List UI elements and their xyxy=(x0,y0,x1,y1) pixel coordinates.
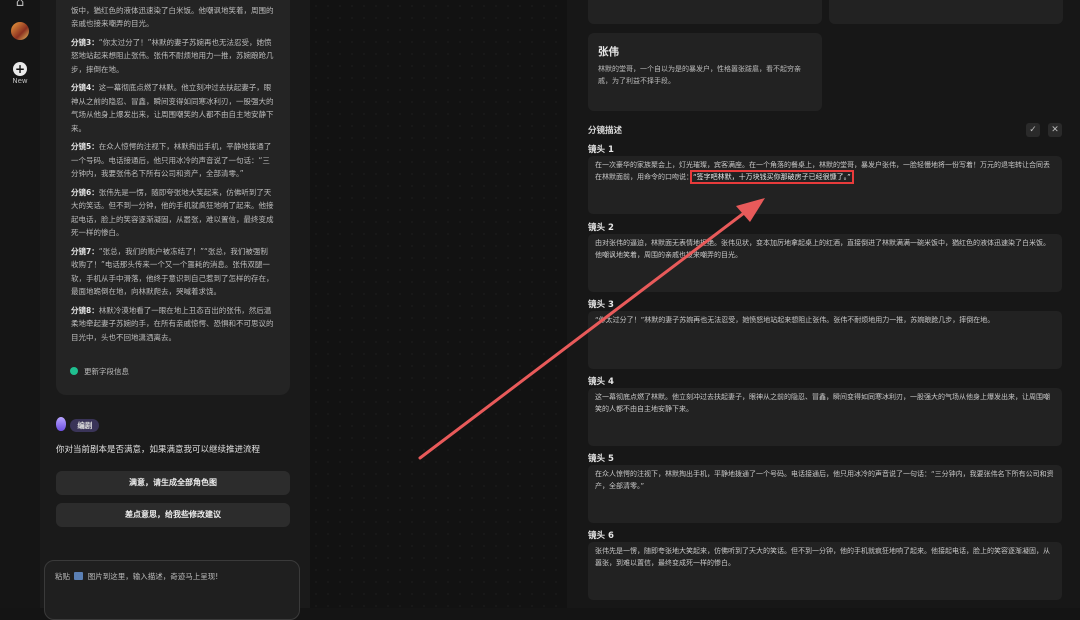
shot-description[interactable]: “你太过分了！”林默的妻子苏婉再也无法忍受，她愤怒地站起来想阻止张伟。张伟不耐烦… xyxy=(588,311,1062,369)
suggest-button[interactable]: 差点意思，给我些修改建议 xyxy=(56,503,290,527)
shot-description[interactable]: 这一幕彻底点燃了林默。他立刻冲过去扶起妻子，眼神从之前的隐忍、冒鑫，瞬间变得如同… xyxy=(588,388,1062,446)
scene-text: “张总，我们的账户被冻结了！”“张总，我们被强制收购了！”电话那头传来一个又一个… xyxy=(71,246,274,297)
shot-description[interactable]: 在一次豪华的家族聚会上，灯光璀璨，宾客满座。在一个角落的餐桌上，林默的堂哥，暴发… xyxy=(588,156,1062,214)
close-icon[interactable]: ✕ xyxy=(1048,123,1062,137)
scene-item: 分镜3：“你太过分了！”林默的妻子苏婉再也无法忍受，她愤怒地站起来想阻止张伟。张… xyxy=(56,36,290,77)
chat-panel: 状，变本加厉地拿起桌上的红酒，直接倒进了林默满满一碗米饭中，猶红色的液体迅速染了… xyxy=(40,0,310,620)
character-name: 张伟 xyxy=(598,46,619,58)
shot-label: 镜头 2 xyxy=(588,223,614,233)
update-fields-link[interactable]: 更新字段信息 xyxy=(70,366,129,377)
home-icon[interactable]: ⌂ xyxy=(11,0,29,12)
shot-text: “你太过分了！”林默的妻子苏婉再也无法忍受，她愤怒地站起来想阻止张伟。张伟不耐烦… xyxy=(595,316,995,324)
character-card[interactable] xyxy=(588,0,822,24)
scene-text: 在众人惊愕的注视下，林默掏出手机，平静地拨通了一个号码。电话接通后，他只用冰冷的… xyxy=(71,142,272,178)
canvas-background xyxy=(310,0,567,608)
writer-tag: 编剧 xyxy=(56,417,100,432)
scene-item: 分镜4：这一幕彻底点燃了林默。他立刻冲过去扶起妻子，眼神从之前的隐忍、冒鑫，瞬间… xyxy=(56,81,290,135)
composer-placeholder: 图片到这里，输入描述，奇迹马上呈现! xyxy=(87,572,219,581)
character-desc: 林默的堂哥，一个自以为是的暴发户，性格嚣张跋扈，看不起穷亲戚，为了利益不择手段。 xyxy=(598,65,801,85)
shot-description[interactable]: 在众人惊愕的注视下，林默掏出手机，平静地拨通了一个号码。电话接通后，他只用冰冷的… xyxy=(588,465,1062,523)
shot-label: 镜头 6 xyxy=(588,531,614,541)
check-icon[interactable]: ✓ xyxy=(1026,123,1040,137)
shot-label: 镜头 5 xyxy=(588,454,614,464)
shot-description[interactable]: 由对张伟的逼迫，林默面无表情地拒绝。张伟见状，变本加厉地拿起桌上的红酒，直接倒进… xyxy=(588,234,1062,292)
writer-label: 编剧 xyxy=(70,419,100,432)
detail-panel: 张伟 林默的堂哥，一个自以为是的暴发户，性格嚣张跋扈，看不起穷亲戚，为了利益不择… xyxy=(567,0,1080,608)
scene-item: 分镜6：张伟先是一愣，随即夸张地大笑起来，仿佛听到了天大的笑话。但不到一分钟，他… xyxy=(56,186,290,240)
shot-text: 张伟先是一愣，随即夸张地大笑起来，仿佛听到了天大的笑话。但不到一分钟，他的手机就… xyxy=(595,547,1050,567)
shot-description[interactable]: 张伟先是一愣，随即夸张地大笑起来，仿佛听到了天大的笑话。但不到一分钟，他的手机就… xyxy=(588,542,1062,600)
scene-item: 分镜7：“张总，我们的账户被冻结了！”“张总，我们被强制收购了！”电话那头传来一… xyxy=(56,245,290,299)
new-label[interactable]: New xyxy=(0,77,40,85)
assistant-question: 你对当前剧本是否满意，如果满意我可以继续推进流程 xyxy=(56,445,261,455)
image-icon xyxy=(74,572,84,580)
scene-text: 这一幕彻底点燃了林默。他立刻冲过去扶起妻子，眼神从之前的隐忍、冒鑫，瞬间变得如同… xyxy=(71,83,274,133)
scene-text: “你太过分了！”林默的妻子苏婉再也无法忍受，她愤怒地站起来想阻止张伟。张伟不耐烦… xyxy=(71,37,274,74)
scene-item: 分镜5：在众人惊愕的注视下，林默掏出手机，平静地拨通了一个号码。电话接通后，他只… xyxy=(56,140,290,181)
composer-prefix: 粘贴 xyxy=(55,572,70,581)
shot-label: 镜头 4 xyxy=(588,377,614,387)
shot-text: 这一幕彻底点燃了林默。他立刻冲过去扶起妻子，眼神从之前的隐忍、冒鑫，瞬间变得如同… xyxy=(595,393,1050,413)
message-composer[interactable]: 粘贴 图片到这里，输入描述，奇迹马上呈现! xyxy=(44,560,300,620)
character-card[interactable] xyxy=(829,0,1063,24)
scene-label: 分镜3： xyxy=(71,37,99,47)
status-dot-icon xyxy=(70,367,78,375)
scene-label: 分镜7： xyxy=(71,246,99,256)
scene-text: 张伟先是一愣，随即夸张地大笑起来，仿佛听到了天大的笑话。但不到一分钟，他的手机就… xyxy=(71,187,274,238)
shot-text: 在众人惊愕的注视下，林默掏出手机，平静地拨通了一个号码。电话接通后，他只用冰冷的… xyxy=(595,470,1054,490)
scene-label: 分镜5： xyxy=(71,142,99,151)
scene-text: 林默冷漠地看了一眼在地上丑态百出的张伟，然后温柔地牵起妻子苏婉的手，在所有亲戚惊… xyxy=(71,305,274,342)
character-card[interactable]: 张伟 林默的堂哥，一个自以为是的暴发户，性格嚣张跋扈，看不起穷亲戚，为了利益不择… xyxy=(588,33,822,111)
scene-label: 分镜6： xyxy=(71,187,99,197)
shot-label: 镜头 3 xyxy=(588,300,614,310)
avatar-icon[interactable] xyxy=(11,22,29,40)
shot-text: 由对张伟的逼迫，林默面无表情地拒绝。张伟见状，变本加厉地拿起桌上的红酒，直接倒进… xyxy=(595,239,1050,259)
new-icon[interactable]: + xyxy=(13,62,27,76)
scene-label: 分镜4： xyxy=(71,83,99,92)
section-title: 分镜描述 xyxy=(588,126,623,136)
satisfied-button[interactable]: 满意，请生成全部角色图 xyxy=(56,471,290,495)
scene-item: 状，变本加厉地拿起桌上的红酒，直接倒进了林默满满一碗米饭中，猶红色的液体迅速染了… xyxy=(56,0,290,31)
left-rail: ⌂ + New xyxy=(0,0,41,608)
highlighted-dialogue: “签字吧林默，十万块钱买你那破房子已经很慷了。” xyxy=(690,170,854,184)
shot-label: 镜头 1 xyxy=(588,145,614,155)
scene-label: 分镜8： xyxy=(71,305,99,315)
flame-icon xyxy=(56,417,66,431)
scene-text: 状，变本加厉地拿起桌上的红酒，直接倒进了林默满满一碗米饭中，猶红色的液体迅速染了… xyxy=(71,0,274,28)
script-card: 状，变本加厉地拿起桌上的红酒，直接倒进了林默满满一碗米饭中，猶红色的液体迅速染了… xyxy=(56,0,290,395)
scene-item: 分镜8：林默冷漠地看了一眼在地上丑态百出的张伟，然后温柔地牵起妻子苏婉的手，在所… xyxy=(56,304,290,345)
